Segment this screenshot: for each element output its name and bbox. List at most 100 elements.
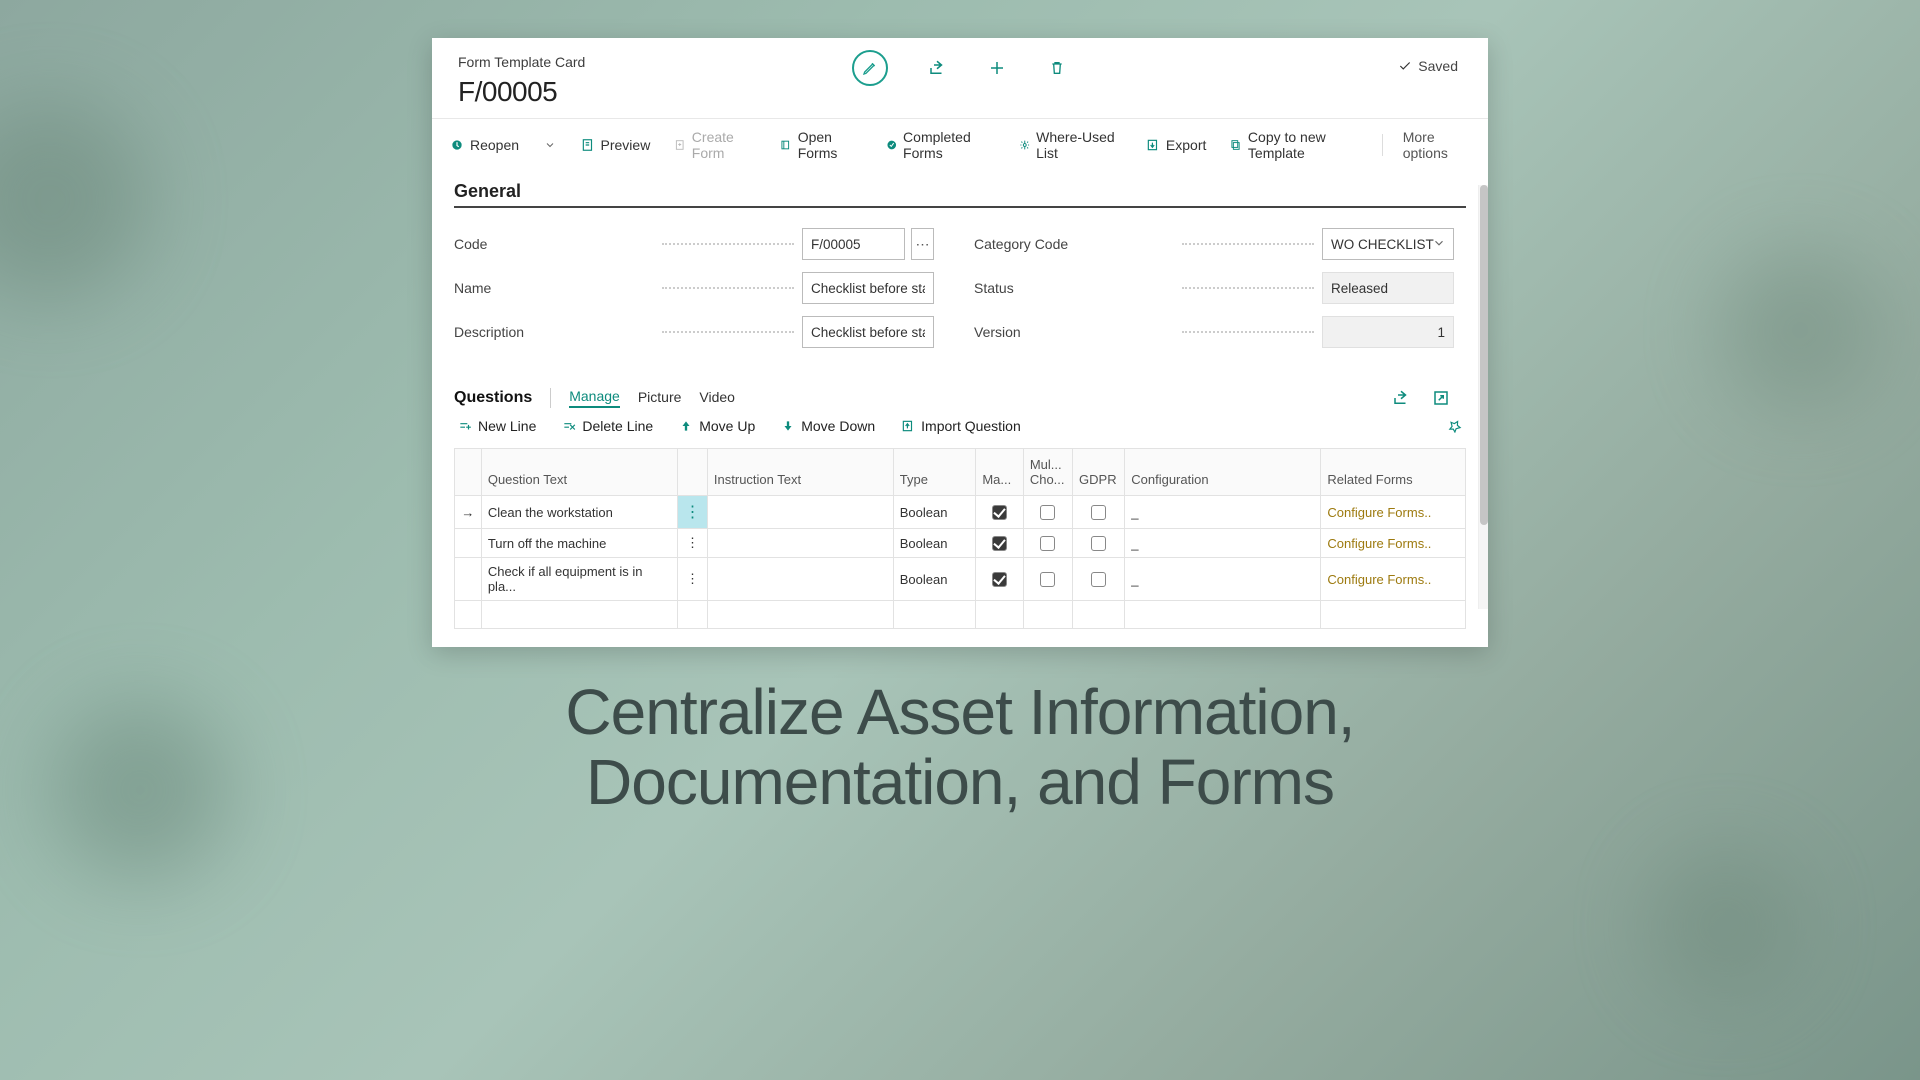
copy-template-button[interactable]: Copy to new Template (1226, 127, 1366, 163)
cell-configuration[interactable]: _ (1125, 496, 1321, 529)
col-mandatory[interactable]: Ma... (976, 449, 1023, 496)
cell-type[interactable]: Boolean (893, 496, 976, 529)
col-gdpr[interactable]: GDPR (1073, 449, 1125, 496)
name-input[interactable] (802, 272, 934, 304)
cell-type[interactable]: Boolean (893, 558, 976, 601)
table-row[interactable]: Check if all equipment is in pla...⋮ Bool… (455, 558, 1466, 601)
col-question-text[interactable]: Question Text (481, 449, 677, 496)
share-icon[interactable] (1392, 389, 1410, 407)
row-menu[interactable]: ⋮ (677, 529, 707, 558)
code-input[interactable] (802, 228, 905, 260)
questions-toolbar: New Line Delete Line Move Up Move Down I… (454, 408, 1466, 444)
reopen-button[interactable]: Reopen (446, 135, 523, 155)
trash-icon (1049, 59, 1065, 77)
cell-gdpr[interactable] (1073, 558, 1125, 601)
code-lookup[interactable]: ⋯ (911, 228, 934, 260)
cell-mandatory[interactable] (976, 558, 1023, 601)
more-options-button[interactable]: More options (1399, 127, 1474, 163)
cell-multichoice[interactable] (1023, 529, 1072, 558)
copy-icon (1230, 138, 1242, 152)
pencil-icon (862, 60, 878, 76)
cell-configuration[interactable]: _ (1125, 558, 1321, 601)
col-multichoice[interactable]: Mul...Cho... (1023, 449, 1072, 496)
reopen-icon (450, 138, 464, 152)
saved-label: Saved (1418, 58, 1458, 74)
move-down-button[interactable]: Move Down (781, 418, 875, 434)
export-icon (1146, 138, 1160, 152)
where-used-button[interactable]: Where-Used List (1015, 127, 1126, 163)
delete-line-button[interactable]: Delete Line (562, 418, 653, 434)
col-configuration[interactable]: Configuration (1125, 449, 1321, 496)
cell-related-forms[interactable]: Configure Forms.. (1321, 529, 1466, 558)
col-type[interactable]: Type (893, 449, 976, 496)
field-status: Status Released (974, 272, 1454, 304)
table-row[interactable]: →Clean the workstation⋮ Boolean _Configure… (455, 496, 1466, 529)
cell-multichoice[interactable] (1023, 496, 1072, 529)
field-version: Version 1 (974, 316, 1454, 348)
field-category-code: Category Code (974, 228, 1454, 260)
plus-icon (988, 59, 1006, 77)
row-menu[interactable]: ⋮ (677, 496, 707, 529)
saved-indicator: Saved (1398, 58, 1458, 74)
export-button[interactable]: Export (1142, 135, 1210, 155)
share-button[interactable] (926, 57, 948, 79)
cell-type[interactable]: Boolean (893, 529, 976, 558)
action-toolbar: Reopen Preview Create Form Open Forms Co… (432, 118, 1488, 171)
row-menu[interactable]: ⋮ (677, 558, 707, 601)
description-input[interactable] (802, 316, 934, 348)
cell-mandatory[interactable] (976, 496, 1023, 529)
col-related-forms[interactable]: Related Forms (1321, 449, 1466, 496)
delete-button[interactable] (1046, 57, 1068, 79)
completed-forms-button[interactable]: Completed Forms (882, 127, 999, 163)
cell-question[interactable]: Turn off the machine (481, 529, 677, 558)
create-form-button[interactable]: Create Form (670, 127, 760, 163)
cell-configuration[interactable]: _ (1125, 529, 1321, 558)
general-fields: Code ⋯ Category Code Name (454, 228, 1466, 348)
content-area: General Code ⋯ Category Code (432, 171, 1488, 647)
cell-related-forms[interactable]: Configure Forms.. (1321, 496, 1466, 529)
section-title-general: General (454, 181, 1466, 202)
row-selector[interactable] (455, 558, 482, 601)
chevron-down-icon (544, 139, 556, 151)
scrollbar[interactable] (1478, 183, 1488, 607)
cell-multichoice[interactable] (1023, 558, 1072, 601)
field-name: Name (454, 272, 934, 304)
tab-video[interactable]: Video (699, 389, 735, 407)
version-value: 1 (1322, 316, 1454, 348)
toolbar-divider (1382, 134, 1383, 156)
cell-related-forms[interactable]: Configure Forms.. (1321, 558, 1466, 601)
cell-question[interactable]: Check if all equipment is in pla... (481, 558, 677, 601)
header-actions (852, 50, 1068, 86)
new-line-button[interactable]: New Line (458, 418, 536, 434)
cell-mandatory[interactable] (976, 529, 1023, 558)
tab-manage[interactable]: Manage (569, 388, 620, 408)
col-instruction[interactable]: Instruction Text (707, 449, 893, 496)
field-description: Description (454, 316, 934, 348)
edit-button[interactable] (852, 50, 888, 86)
row-selector[interactable] (455, 529, 482, 558)
table-empty-row[interactable] (455, 601, 1466, 629)
personalize-button[interactable] (1448, 419, 1462, 433)
cell-gdpr[interactable] (1073, 496, 1125, 529)
table-row[interactable]: Turn off the machine⋮ Boolean _Configure F… (455, 529, 1466, 558)
general-section: General Code ⋯ Category Code (454, 181, 1466, 348)
category-code-select[interactable] (1322, 228, 1454, 260)
reopen-dropdown[interactable] (539, 137, 560, 153)
preview-icon (581, 138, 595, 152)
expand-icon[interactable] (1432, 389, 1450, 407)
cell-instruction[interactable] (707, 558, 893, 601)
preview-button[interactable]: Preview (577, 135, 655, 155)
tab-picture[interactable]: Picture (638, 389, 682, 407)
cell-instruction[interactable] (707, 496, 893, 529)
cell-instruction[interactable] (707, 529, 893, 558)
open-icon (780, 138, 791, 152)
import-question-button[interactable]: Import Question (901, 418, 1021, 434)
row-selector[interactable]: → (455, 496, 482, 529)
cell-question[interactable]: Clean the workstation (481, 496, 677, 529)
cell-gdpr[interactable] (1073, 529, 1125, 558)
arrow-up-icon (679, 419, 693, 433)
newline-icon (458, 419, 472, 433)
open-forms-button[interactable]: Open Forms (776, 127, 865, 163)
move-up-button[interactable]: Move Up (679, 418, 755, 434)
new-button[interactable] (986, 57, 1008, 79)
